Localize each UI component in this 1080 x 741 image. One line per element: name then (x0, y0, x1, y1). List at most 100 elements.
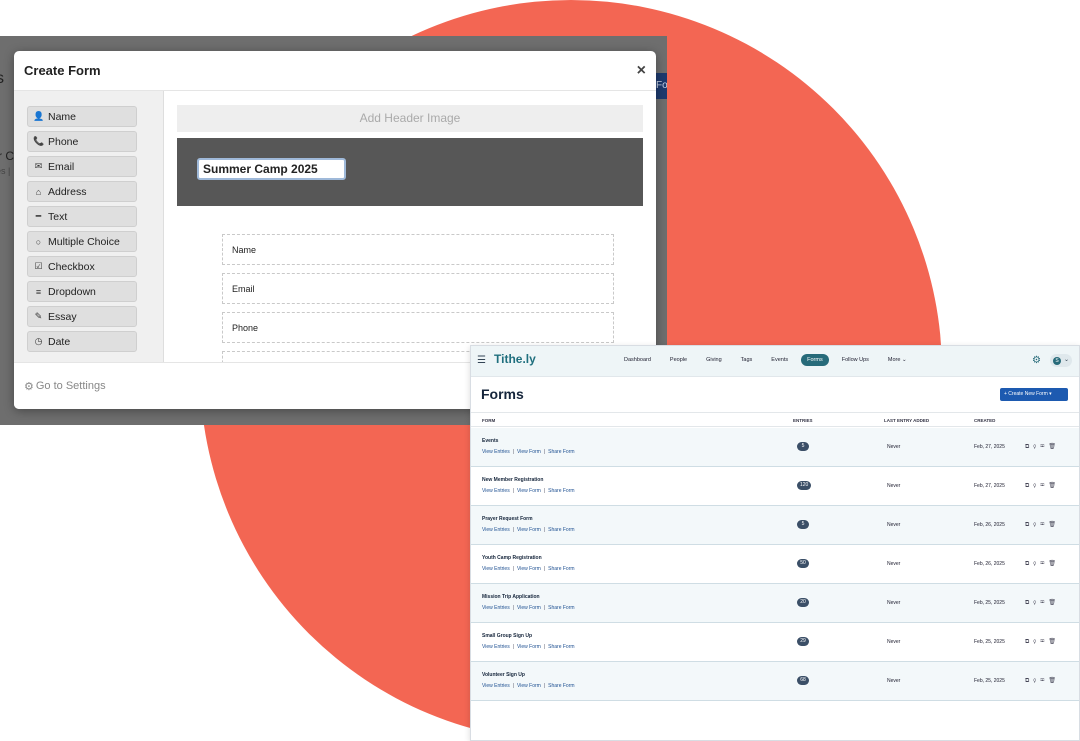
pencil-icon: ✎ (34, 311, 43, 321)
share-form-link[interactable]: Share Form (548, 449, 574, 455)
forms-table: Events View Entries | View Form | Share Form 5… (471, 428, 1079, 701)
row-actions: ⧉⚲✉🗑 (1025, 521, 1060, 529)
nav-dashboard[interactable]: Dashboard (624, 354, 651, 366)
tool-button-multiple-choice[interactable]: ○ Multiple Choice (27, 231, 137, 252)
form-name[interactable]: Mission Trip Application (482, 594, 540, 600)
view-form-link[interactable]: View Form (517, 644, 541, 650)
envelope-icon: ✉ (34, 161, 43, 171)
row-links: View Entries | View Form | Share Form (482, 527, 575, 533)
checkbox-icon: ☑ (34, 261, 43, 271)
view-entries-link[interactable]: View Entries (482, 683, 510, 689)
tool-button-date[interactable]: ◷ Date (27, 331, 137, 352)
add-header-image-button[interactable]: Add Header Image (177, 105, 643, 132)
close-icon[interactable]: × (637, 62, 646, 80)
tool-button-essay[interactable]: ✎ Essay (27, 306, 137, 327)
trash-icon[interactable]: 🗑 (1048, 483, 1060, 489)
tool-button-label: Address (48, 185, 87, 198)
created-date: Feb, 25, 2025 (974, 639, 1005, 645)
nav-follow-ups[interactable]: Follow Ups (842, 354, 869, 366)
settings-gear-icon[interactable]: ⚙ (1032, 355, 1041, 366)
form-name[interactable]: Events (482, 438, 498, 444)
modal-body: 👤 Name 📞 Phone ✉ Email ⌂ Address ━ Text ○ Multiple … (14, 91, 656, 362)
view-form-link[interactable]: View Form (517, 527, 541, 533)
tool-button-phone[interactable]: 📞 Phone (27, 131, 137, 152)
share-form-link[interactable]: Share Form (548, 488, 574, 494)
nav-links: Dashboard People Giving Tags Events Forms Foll… (624, 354, 926, 366)
nav-giving[interactable]: Giving (706, 354, 722, 366)
tool-button-name[interactable]: 👤 Name (27, 106, 137, 127)
table-row: Small Group Sign Up View Entries | View For… (471, 623, 1079, 662)
tool-button-text[interactable]: ━ Text (27, 206, 137, 227)
trash-icon[interactable]: 🗑 (1048, 678, 1060, 684)
form-name[interactable]: New Member Registration (482, 477, 543, 483)
table-row: Youth Camp Registration View Entries | View… (471, 545, 1079, 584)
nav-more[interactable]: More ⌄ (888, 354, 907, 366)
view-entries-link[interactable]: View Entries (482, 644, 510, 650)
view-entries-link[interactable]: View Entries (482, 527, 510, 533)
share-form-link[interactable]: Share Form (548, 527, 574, 533)
link-separator: | (512, 566, 515, 572)
tool-button-dropdown[interactable]: ≡ Dropdown (27, 281, 137, 302)
form-name[interactable]: Prayer Request Form (482, 516, 533, 522)
trash-icon[interactable]: 🗑 (1048, 444, 1060, 450)
create-new-form-button[interactable]: + Create New Form ▾ (1000, 388, 1068, 401)
view-entries-link[interactable]: View Entries (482, 488, 510, 494)
field-tool-panel: 👤 Name 📞 Phone ✉ Email ⌂ Address ━ Text ○ Multiple … (14, 91, 164, 362)
trash-icon[interactable]: 🗑 (1048, 639, 1060, 645)
tool-button-label: Phone (48, 135, 79, 148)
nav-tags[interactable]: Tags (741, 354, 753, 366)
form-field-name[interactable]: Name (222, 234, 614, 265)
tool-button-email[interactable]: ✉ Email (27, 156, 137, 177)
form-fields: Name Email Phone (177, 206, 643, 362)
nav-people[interactable]: People (670, 354, 687, 366)
trash-icon[interactable]: 🗑 (1048, 522, 1060, 528)
tool-button-address[interactable]: ⌂ Address (27, 181, 137, 202)
form-name[interactable]: Volunteer Sign Up (482, 672, 525, 678)
form-name[interactable]: Youth Camp Registration (482, 555, 542, 561)
share-form-link[interactable]: Share Form (548, 644, 574, 650)
link-separator: | (543, 488, 546, 494)
trash-icon[interactable]: 🗑 (1048, 561, 1060, 567)
link-separator: | (512, 605, 515, 611)
last-entry-added: Never (887, 600, 901, 606)
app-logo[interactable]: Tithe.ly (494, 352, 536, 366)
view-form-link[interactable]: View Form (517, 683, 541, 689)
column-header-form: FORM (482, 418, 496, 423)
view-entries-link[interactable]: View Entries (482, 449, 510, 455)
tool-button-checkbox[interactable]: ☑ Checkbox (27, 256, 137, 277)
view-entries-link[interactable]: View Entries (482, 605, 510, 611)
last-entry-added: Never (887, 639, 901, 645)
form-banner (177, 138, 643, 206)
page-title: Forms (481, 386, 524, 402)
form-field-phone[interactable]: Phone (222, 312, 614, 343)
nav-events[interactable]: Events (771, 354, 788, 366)
row-links: View Entries | View Form | Share Form (482, 449, 575, 455)
go-to-settings-link[interactable]: Go to Settings (36, 380, 106, 392)
view-entries-link[interactable]: View Entries (482, 566, 510, 572)
share-form-link[interactable]: Share Form (548, 683, 574, 689)
column-header-created: CREATED (974, 418, 996, 423)
table-row: Prayer Request Form View Entries | View For… (471, 506, 1079, 545)
view-form-link[interactable]: View Form (517, 488, 541, 494)
share-form-link[interactable]: Share Form (548, 605, 574, 611)
tool-button-label: Date (48, 335, 71, 348)
hamburger-menu-icon[interactable]: ☰ (477, 355, 486, 366)
view-form-link[interactable]: View Form (517, 449, 541, 455)
link-separator: | (543, 683, 546, 689)
nav-forms[interactable]: Forms (801, 354, 829, 366)
share-form-link[interactable]: Share Form (548, 566, 574, 572)
table-row: Events View Entries | View Form | Share Form 5… (471, 428, 1079, 467)
row-links: View Entries | View Form | Share Form (482, 566, 575, 572)
form-field-email[interactable]: Email (222, 273, 614, 304)
row-links: View Entries | View Form | Share Form (482, 644, 575, 650)
created-date: Feb, 26, 2025 (974, 561, 1005, 567)
form-name[interactable]: Small Group Sign Up (482, 633, 532, 639)
view-form-link[interactable]: View Form (517, 605, 541, 611)
link-separator: | (512, 683, 515, 689)
form-title-input[interactable] (197, 158, 346, 180)
column-header-entries: ENTRIES (793, 418, 813, 423)
trash-icon[interactable]: 🗑 (1048, 600, 1060, 606)
view-form-link[interactable]: View Form (517, 566, 541, 572)
account-menu[interactable]: S ⌄ (1050, 354, 1072, 367)
row-actions: ⧉⚲✉🗑 (1025, 599, 1060, 607)
